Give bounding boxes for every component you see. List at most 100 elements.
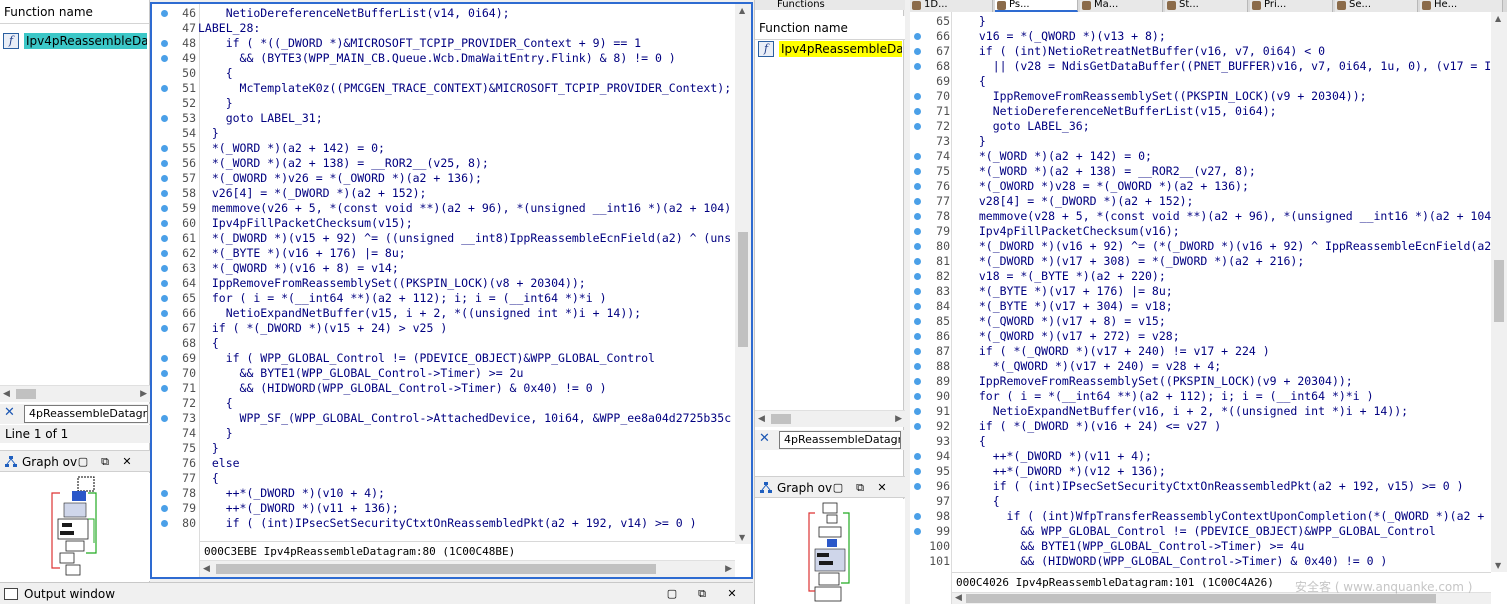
view-tab[interactable]: 1D... xyxy=(910,0,993,12)
code-line[interactable]: 51 McTemplateK0z((PMCGEN_TRACE_CONTEXT)&… xyxy=(152,81,751,96)
code-line[interactable]: 58 v26[4] = *(_DWORD *)(a2 + 152); xyxy=(152,186,751,201)
code-line[interactable]: 63 *(_QWORD *)(v16 + 8) = v14; xyxy=(152,261,751,276)
breakpoint-marker-icon[interactable] xyxy=(914,183,921,190)
code-line[interactable]: 79 Ipv4pFillPacketChecksum(v16); xyxy=(910,224,1507,239)
breakpoint-marker-icon[interactable] xyxy=(914,63,921,70)
minimize-icon[interactable]: ▢ xyxy=(72,451,94,473)
code-line[interactable]: 78 ++*(_DWORD *)(v10 + 4); xyxy=(152,486,751,501)
code-line[interactable]: 48 if ( *((_DWORD *)&MICROSOFT_TCPIP_PRO… xyxy=(152,36,751,51)
breakpoint-marker-icon[interactable] xyxy=(161,175,168,182)
breakpoint-marker-icon[interactable] xyxy=(161,145,168,152)
graph-overview-canvas[interactable] xyxy=(0,473,150,581)
breakpoint-marker-icon[interactable] xyxy=(914,228,921,235)
restore-icon[interactable]: ⧉ xyxy=(849,477,871,499)
breakpoint-marker-icon[interactable] xyxy=(914,468,921,475)
pseudocode-vscrollbar-left[interactable]: ▲ ▼ xyxy=(735,4,751,544)
breakpoint-marker-icon[interactable] xyxy=(161,235,168,242)
code-line[interactable]: 93 { xyxy=(910,434,1507,449)
breakpoint-marker-icon[interactable] xyxy=(161,415,168,422)
close-search-icon[interactable]: ✕ xyxy=(759,431,770,446)
code-line[interactable]: 54 } xyxy=(152,126,751,141)
function-search-input[interactable]: 4pReassembleDatagram xyxy=(24,405,148,423)
code-line[interactable]: 82 v18 = *(_BYTE *)(a2 + 220); xyxy=(910,269,1507,284)
breakpoint-marker-icon[interactable] xyxy=(161,310,168,317)
breakpoint-marker-icon[interactable] xyxy=(914,363,921,370)
code-line[interactable]: 66 v16 = *(_QWORD *)(v13 + 8); xyxy=(910,29,1507,44)
breakpoint-marker-icon[interactable] xyxy=(914,348,921,355)
code-line[interactable]: 97 { xyxy=(910,494,1507,509)
breakpoint-marker-icon[interactable] xyxy=(161,520,168,527)
breakpoint-marker-icon[interactable] xyxy=(161,355,168,362)
breakpoint-marker-icon[interactable] xyxy=(161,190,168,197)
code-line[interactable]: 74 } xyxy=(152,426,751,441)
code-line[interactable]: 79 ++*(_DWORD *)(v11 + 136); xyxy=(152,501,751,516)
pseudocode-hscrollbar-left[interactable]: ◀ ▶ xyxy=(200,560,735,577)
code-line[interactable]: 50 { xyxy=(152,66,751,81)
breakpoint-marker-icon[interactable] xyxy=(161,250,168,257)
code-line[interactable]: 101 && (HIDWORD(WPP_GLOBAL_Control->Time… xyxy=(910,554,1507,569)
breakpoint-marker-icon[interactable] xyxy=(914,288,921,295)
function-list-hscrollbar[interactable]: ◀ ▶ xyxy=(0,385,150,402)
breakpoint-marker-icon[interactable] xyxy=(914,393,921,400)
breakpoint-marker-icon[interactable] xyxy=(914,258,921,265)
code-line[interactable]: 71 NetioDereferenceNetBufferList(v15, 0i… xyxy=(910,104,1507,119)
code-line[interactable]: 80 *(_DWORD *)(v16 + 92) ^= (*(_DWORD *)… xyxy=(910,239,1507,254)
code-line[interactable]: 77 v28[4] = *(_DWORD *)(a2 + 152); xyxy=(910,194,1507,209)
breakpoint-marker-icon[interactable] xyxy=(914,273,921,280)
code-line[interactable]: 96 if ( (int)IPsecSetSecurityCtxtOnReass… xyxy=(910,479,1507,494)
code-line[interactable]: 65 } xyxy=(910,14,1507,29)
function-name-column-header[interactable]: Function name xyxy=(755,16,905,40)
function-list-item[interactable]: f Ipv4pReassembleDatagram xyxy=(0,32,150,50)
breakpoint-marker-icon[interactable] xyxy=(914,108,921,115)
code-line[interactable]: 77 { xyxy=(152,471,751,486)
code-line[interactable]: 69 if ( WPP_GLOBAL_Control != (PDEVICE_O… xyxy=(152,351,751,366)
breakpoint-marker-icon[interactable] xyxy=(914,213,921,220)
view-tab[interactable]: St... xyxy=(1165,0,1248,12)
code-line[interactable]: 67 if ( (int)NetioRetreatNetBuffer(v16, … xyxy=(910,44,1507,59)
code-line[interactable]: 68 || (v28 = NdisGetDataBuffer((PNET_BUF… xyxy=(910,59,1507,74)
breakpoint-marker-icon[interactable] xyxy=(914,123,921,130)
code-line[interactable]: 73 WPP_SF_(WPP_GLOBAL_Control->AttachedD… xyxy=(152,411,751,426)
code-line[interactable]: 67 if ( *(_DWORD *)(v15 + 24) > v25 ) xyxy=(152,321,751,336)
code-line[interactable]: 80 if ( (int)IPsecSetSecurityCtxtOnReass… xyxy=(152,516,751,531)
code-line[interactable]: 75 *(_WORD *)(a2 + 138) = __ROR2__(v27, … xyxy=(910,164,1507,179)
code-line[interactable]: 69 { xyxy=(910,74,1507,89)
breakpoint-marker-icon[interactable] xyxy=(161,325,168,332)
breakpoint-marker-icon[interactable] xyxy=(914,303,921,310)
code-line[interactable]: 87 if ( *(_QWORD *)(v17 + 240) != v17 + … xyxy=(910,344,1507,359)
close-search-icon[interactable]: ✕ xyxy=(4,405,15,420)
output-window-bar[interactable]: Output window xyxy=(0,582,150,604)
breakpoint-marker-icon[interactable] xyxy=(914,243,921,250)
breakpoint-marker-icon[interactable] xyxy=(161,265,168,272)
code-line[interactable]: 70 && BYTE1(WPP_GLOBAL_Control->Timer) >… xyxy=(152,366,751,381)
minimize-icon[interactable]: ▢ xyxy=(657,583,687,604)
code-line[interactable]: 59 memmove(v26 + 5, *(const void **)(a2 … xyxy=(152,201,751,216)
function-item-label[interactable]: Ipv4pReassembleDatag xyxy=(779,41,902,57)
close-icon[interactable]: ✕ xyxy=(717,583,747,604)
function-name-column-header[interactable]: Function name xyxy=(0,0,149,24)
breakpoint-marker-icon[interactable] xyxy=(914,318,921,325)
code-line[interactable]: 61 *(_DWORD *)(v15 + 92) ^= ((unsigned _… xyxy=(152,231,751,246)
view-tab[interactable]: Pri... xyxy=(1250,0,1333,12)
breakpoint-marker-icon[interactable] xyxy=(914,33,921,40)
code-line[interactable]: 56 *(_WORD *)(a2 + 138) = __ROR2__(v25, … xyxy=(152,156,751,171)
code-line[interactable]: 73 } xyxy=(910,134,1507,149)
breakpoint-marker-icon[interactable] xyxy=(914,423,921,430)
view-tab[interactable]: He... xyxy=(1420,0,1503,12)
code-line[interactable]: 76 *(_OWORD *)v28 = *(_OWORD *)(a2 + 136… xyxy=(910,179,1507,194)
code-line[interactable]: 98 if ( (int)WfpTransferReassemblyContex… xyxy=(910,509,1507,524)
code-line[interactable]: 52 } xyxy=(152,96,751,111)
code-line[interactable]: 90 for ( i = *(__int64 **)(a2 + 112); i;… xyxy=(910,389,1507,404)
code-line[interactable]: 65 for ( i = *(__int64 **)(a2 + 112); i;… xyxy=(152,291,751,306)
function-list-hscrollbar[interactable]: ◀ ▶ xyxy=(755,410,905,427)
code-line[interactable]: 81 *(_DWORD *)(v17 + 308) = *(_DWORD *)(… xyxy=(910,254,1507,269)
code-line[interactable]: 72 goto LABEL_36; xyxy=(910,119,1507,134)
function-list-item[interactable]: f Ipv4pReassembleDatag xyxy=(755,40,905,58)
view-tab[interactable]: Ma... xyxy=(1080,0,1163,12)
breakpoint-marker-icon[interactable] xyxy=(161,220,168,227)
code-line[interactable]: 78 memmove(v28 + 5, *(const void **)(a2 … xyxy=(910,209,1507,224)
breakpoint-marker-icon[interactable] xyxy=(161,160,168,167)
code-line[interactable]: 85 *(_QWORD *)(v17 + 8) = v15; xyxy=(910,314,1507,329)
pseudocode-vscrollbar-right[interactable]: ▲ ▼ xyxy=(1491,12,1507,572)
breakpoint-marker-icon[interactable] xyxy=(161,280,168,287)
